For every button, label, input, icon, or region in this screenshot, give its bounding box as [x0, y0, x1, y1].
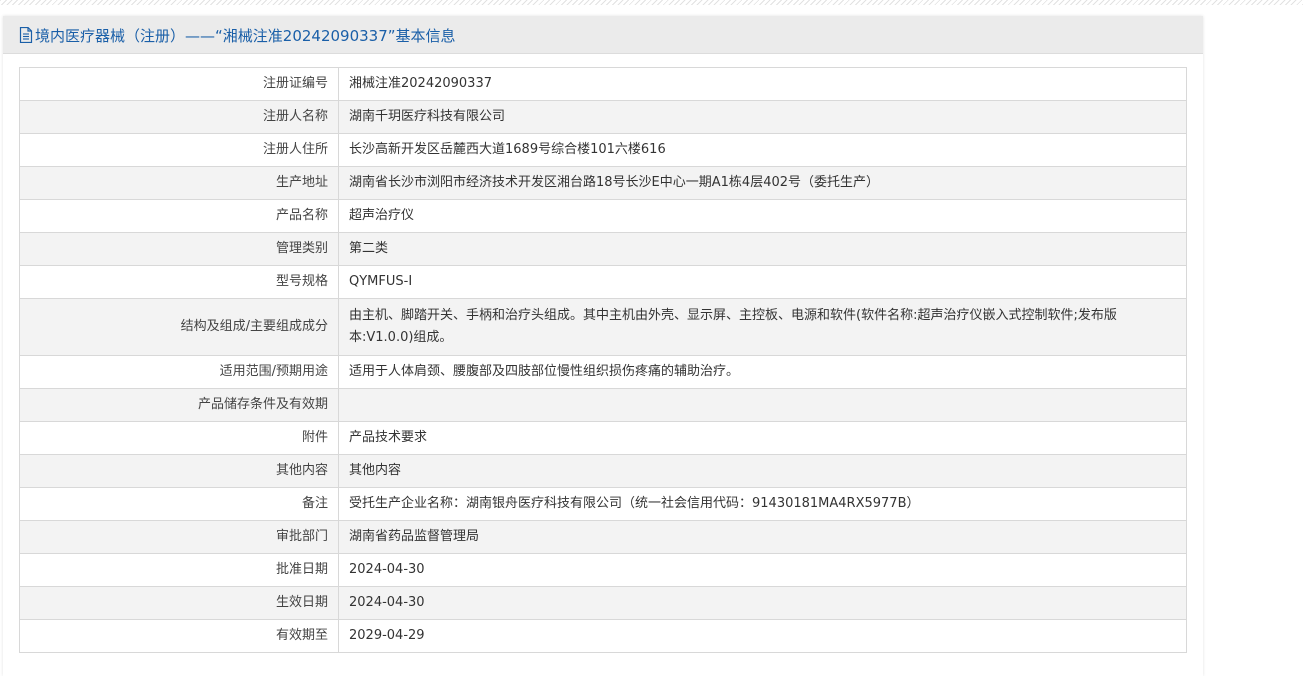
- row-label: 有效期至: [19, 619, 339, 653]
- table-row: 注册证编号 湘械注准20242090337: [19, 67, 1187, 101]
- info-panel: 境内医疗器械（注册）——“湘械注准20242090337”基本信息 注册证编号 …: [3, 16, 1203, 676]
- row-label: 管理类别: [19, 232, 339, 266]
- row-value: 长沙高新开发区岳麓西大道1689号综合楼101六楼616: [338, 133, 1187, 167]
- document-icon: [19, 27, 33, 43]
- table-row: 注册人名称 湖南千玥医疗科技有限公司: [19, 100, 1187, 134]
- table-row: 备注 受托生产企业名称：湖南银舟医疗科技有限公司（统一社会信用代码：914301…: [19, 487, 1187, 521]
- table-row: 其他内容 其他内容: [19, 454, 1187, 488]
- table-row: 有效期至 2029-04-29: [19, 619, 1187, 653]
- table-row: 结构及组成/主要组成成分 由主机、脚踏开关、手柄和治疗头组成。其中主机由外壳、显…: [19, 298, 1187, 356]
- row-value: QYMFUS-I: [338, 265, 1187, 299]
- row-value: 2024-04-30: [338, 586, 1187, 620]
- table-row: 产品储存条件及有效期: [19, 388, 1187, 422]
- page-title: 境内医疗器械（注册）——“湘械注准20242090337”基本信息: [35, 27, 456, 45]
- top-decorative-stripe: [0, 0, 1303, 5]
- row-label: 审批部门: [19, 520, 339, 554]
- row-value: 2029-04-29: [338, 619, 1187, 653]
- table-row: 产品名称 超声治疗仪: [19, 199, 1187, 233]
- table-row: 型号规格 QYMFUS-I: [19, 265, 1187, 299]
- row-value: [338, 388, 1187, 422]
- row-label: 生产地址: [19, 166, 339, 200]
- table-row: 生效日期 2024-04-30: [19, 586, 1187, 620]
- row-label: 批准日期: [19, 553, 339, 587]
- row-label: 产品名称: [19, 199, 339, 233]
- row-label: 产品储存条件及有效期: [19, 388, 339, 422]
- row-label: 注册人住所: [19, 133, 339, 167]
- table-row: 附件 产品技术要求: [19, 421, 1187, 455]
- row-label: 其他内容: [19, 454, 339, 488]
- row-value: 湖南省药品监督管理局: [338, 520, 1187, 554]
- row-label: 备注: [19, 487, 339, 521]
- row-value: 2024-04-30: [338, 553, 1187, 587]
- row-value: 湖南千玥医疗科技有限公司: [338, 100, 1187, 134]
- row-label: 注册证编号: [19, 67, 339, 101]
- row-value: 湘械注准20242090337: [338, 67, 1187, 101]
- row-value: 湖南省长沙市浏阳市经济技术开发区湘台路18号长沙E中心一期A1栋4层402号（委…: [338, 166, 1187, 200]
- row-label: 型号规格: [19, 265, 339, 299]
- panel-header: 境内医疗器械（注册）——“湘械注准20242090337”基本信息: [3, 16, 1203, 54]
- row-value: 产品技术要求: [338, 421, 1187, 455]
- row-label: 附件: [19, 421, 339, 455]
- row-label: 适用范围/预期用途: [19, 355, 339, 389]
- row-value: 由主机、脚踏开关、手柄和治疗头组成。其中主机由外壳、显示屏、主控板、电源和软件(…: [338, 298, 1187, 356]
- row-value: 其他内容: [338, 454, 1187, 488]
- table-row: 适用范围/预期用途 适用于人体肩颈、腰腹部及四肢部位慢性组织损伤疼痛的辅助治疗。: [19, 355, 1187, 389]
- table-row: 批准日期 2024-04-30: [19, 553, 1187, 587]
- info-table: 注册证编号 湘械注准20242090337 注册人名称 湖南千玥医疗科技有限公司…: [19, 67, 1187, 653]
- table-row: 注册人住所 长沙高新开发区岳麓西大道1689号综合楼101六楼616: [19, 133, 1187, 167]
- row-value: 适用于人体肩颈、腰腹部及四肢部位慢性组织损伤疼痛的辅助治疗。: [338, 355, 1187, 389]
- table-row: 生产地址 湖南省长沙市浏阳市经济技术开发区湘台路18号长沙E中心一期A1栋4层4…: [19, 166, 1187, 200]
- row-label: 注册人名称: [19, 100, 339, 134]
- row-label: 生效日期: [19, 586, 339, 620]
- row-value: 受托生产企业名称：湖南银舟医疗科技有限公司（统一社会信用代码：91430181M…: [338, 487, 1187, 521]
- table-row: 审批部门 湖南省药品监督管理局: [19, 520, 1187, 554]
- row-label: 结构及组成/主要组成成分: [19, 298, 339, 356]
- table-row: 管理类别 第二类: [19, 232, 1187, 266]
- row-value: 超声治疗仪: [338, 199, 1187, 233]
- row-value: 第二类: [338, 232, 1187, 266]
